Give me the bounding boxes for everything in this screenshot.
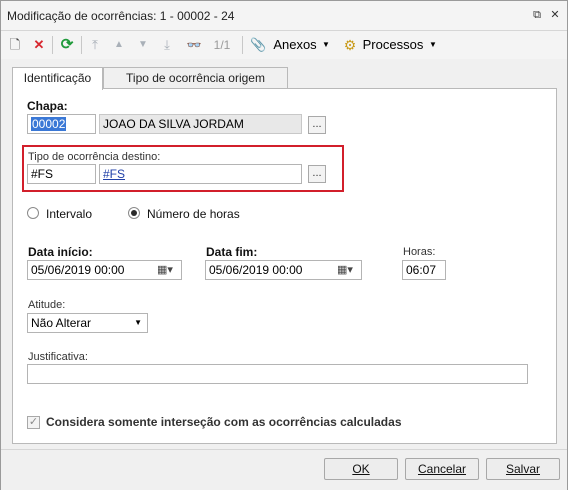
- binoculars-icon[interactable]: 👓: [185, 35, 203, 55]
- chapa-code-value: 00002: [31, 117, 67, 131]
- justificativa-label: Justificativa:: [28, 351, 88, 363]
- atitude-label: Atitude:: [28, 299, 66, 311]
- next-record-icon[interactable]: ▼: [135, 35, 151, 55]
- ok-button[interactable]: OK: [324, 458, 398, 480]
- considera-checkbox[interactable]: ✓: [27, 416, 40, 429]
- first-record-icon[interactable]: ⤒: [87, 35, 103, 55]
- radio-intervalo-label[interactable]: Intervalo: [46, 207, 92, 221]
- radio-numero-horas[interactable]: [128, 207, 140, 219]
- last-record-icon[interactable]: ⤓: [159, 35, 175, 55]
- salvar-button-label: Salvar: [505, 462, 540, 476]
- processes-dropdown-icon[interactable]: ▼: [428, 35, 438, 55]
- justificativa-field[interactable]: [27, 364, 528, 384]
- close-window-icon[interactable]: ✕: [547, 7, 563, 23]
- ok-button-label: OK: [352, 462, 370, 476]
- atitude-value: Não Alterar: [31, 316, 92, 330]
- data-fim-calendar-icon[interactable]: ▦▾: [337, 261, 367, 279]
- chapa-code-field[interactable]: 00002: [27, 114, 96, 134]
- horas-field[interactable]: 06:07: [402, 260, 446, 280]
- tipo-destino-code-field[interactable]: #FS: [27, 164, 96, 184]
- toolbar-separator: [81, 36, 82, 54]
- dialog-footer: OK Cancelar Salvar: [1, 449, 567, 490]
- salvar-button[interactable]: Salvar: [486, 458, 560, 480]
- toolbar-separator: [52, 36, 53, 54]
- attachments-button[interactable]: Anexos: [272, 35, 318, 55]
- attachments-dropdown-icon[interactable]: ▼: [321, 35, 331, 55]
- tipo-destino-lookup-button[interactable]: ...: [308, 165, 326, 183]
- restore-window-icon[interactable]: ⧉: [529, 7, 545, 23]
- new-document-icon[interactable]: 🗋: [7, 35, 23, 55]
- tipo-destino-label: Tipo de ocorrência destino:: [28, 151, 161, 163]
- tab-identificacao[interactable]: Identificação: [12, 67, 103, 90]
- title-bar: Modificação de ocorrências: 1 - 00002 - …: [1, 1, 567, 31]
- data-inicio-label: Data início:: [28, 245, 93, 259]
- tipo-destino-desc-field: #FS: [99, 164, 302, 184]
- tipo-destino-desc-link[interactable]: #FS: [103, 167, 125, 181]
- chapa-lookup-button[interactable]: ...: [308, 116, 326, 134]
- atitude-select[interactable]: Não Alterar ▼: [27, 313, 148, 333]
- record-counter: 1/1: [213, 38, 231, 52]
- considera-label[interactable]: Considera somente interseção com as ocor…: [46, 415, 402, 429]
- refresh-icon[interactable]: ⟳: [58, 35, 76, 55]
- previous-record-icon[interactable]: ▲: [111, 35, 127, 55]
- cancelar-button-label: Cancelar: [417, 462, 467, 476]
- horas-label: Horas:: [403, 246, 436, 258]
- chapa-label: Chapa:: [27, 99, 68, 113]
- toolbar-separator: [242, 36, 243, 54]
- dialog-window: Modificação de ocorrências: 1 - 00002 - …: [0, 0, 568, 490]
- processes-gear-icon[interactable]: ⚙: [342, 35, 358, 55]
- chapa-name-field: JOAO DA SILVA JORDAM: [99, 114, 302, 134]
- atitude-dropdown-icon[interactable]: ▼: [134, 314, 142, 332]
- radio-intervalo[interactable]: [27, 207, 39, 219]
- window-title: Modificação de ocorrências: 1 - 00002 - …: [7, 9, 235, 23]
- tab-tipo-ocorrencia-origem[interactable]: Tipo de ocorrência origem: [103, 67, 288, 89]
- cancelar-button[interactable]: Cancelar: [405, 458, 479, 480]
- data-inicio-value: 05/06/2019 00:00: [31, 263, 125, 277]
- paperclip-icon[interactable]: 📎: [250, 35, 266, 55]
- data-fim-value: 05/06/2019 00:00: [209, 263, 303, 277]
- processes-button[interactable]: Processos: [362, 35, 424, 55]
- delete-icon[interactable]: ✕: [31, 35, 47, 55]
- radio-numero-horas-label[interactable]: Número de horas: [147, 207, 240, 221]
- data-fim-label: Data fim:: [206, 245, 258, 259]
- data-inicio-calendar-icon[interactable]: ▦▾: [157, 261, 187, 279]
- toolbar: 🗋 ✕ ⟳ ⤒ ▲ ▼ ⤓ 👓 1/1 📎 Anexos ▼ ⚙ Process…: [1, 31, 567, 59]
